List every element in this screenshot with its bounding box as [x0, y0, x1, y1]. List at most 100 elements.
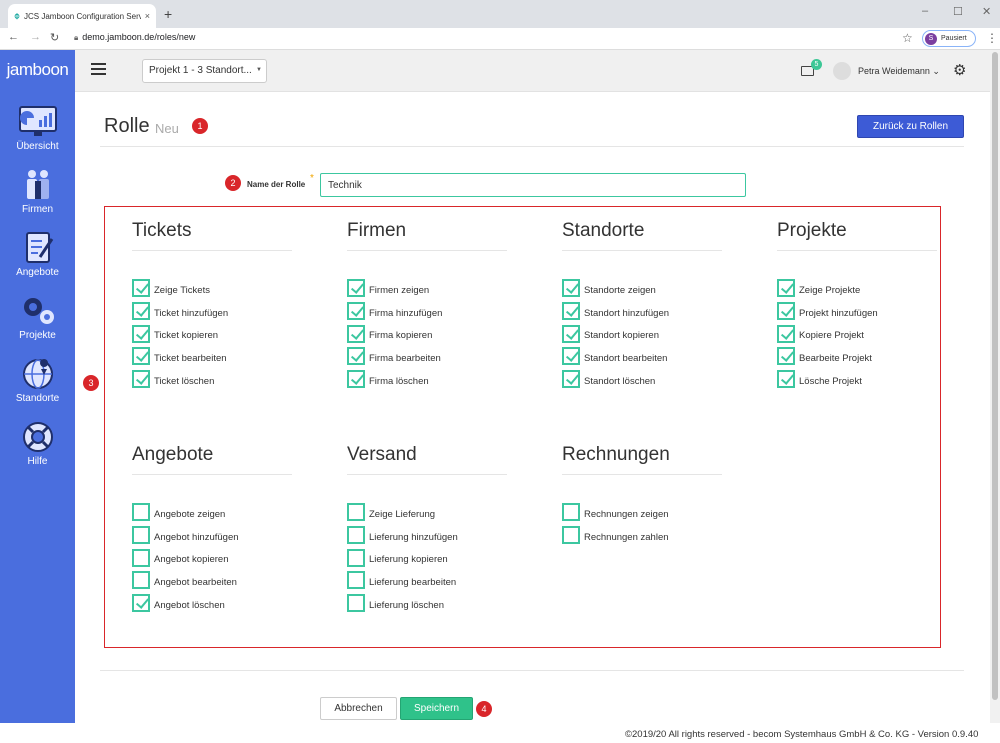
permission-row[interactable]: Standort kopieren — [562, 322, 722, 345]
checkbox-unchecked[interactable] — [347, 548, 365, 567]
permission-row[interactable]: Rechnungen zeigen — [562, 501, 722, 524]
permission-row[interactable]: Lieferung kopieren — [347, 546, 507, 569]
permission-row[interactable]: Ticket bearbeiten — [132, 345, 292, 368]
maximize-icon[interactable]: ☐ — [953, 5, 963, 18]
permission-row[interactable]: Firma löschen — [347, 368, 507, 391]
permission-row[interactable]: Projekt hinzufügen — [777, 300, 937, 323]
checkbox-unchecked[interactable] — [132, 503, 150, 522]
lock-icon: 🔒︎ — [74, 33, 79, 42]
gear-icon[interactable]: ⚙ — [953, 61, 966, 79]
checkbox-unchecked[interactable] — [562, 503, 580, 522]
checkbox-unchecked[interactable] — [132, 571, 150, 590]
permission-group-rechnungen: Rechnungen Rechnungen zeigen Rechnungen za… — [562, 444, 722, 546]
role-name-input[interactable] — [320, 173, 746, 197]
sidebar-item-projekte[interactable]: Projekte — [0, 294, 75, 341]
permission-label: Angebot kopieren — [154, 554, 229, 566]
browser-tab[interactable]: ⌽ JCS Jamboon Configuration Serv × — [8, 4, 156, 28]
back-to-roles-button[interactable]: Zurück zu Rollen — [857, 115, 964, 138]
tab-close-icon[interactable]: × — [145, 11, 150, 21]
back-arrow-icon[interactable]: ← — [8, 31, 19, 43]
permission-row[interactable]: Standort hinzufügen — [562, 300, 722, 323]
forward-arrow-icon[interactable]: → — [30, 31, 41, 43]
checkbox-checked[interactable] — [777, 302, 795, 321]
checkbox-checked[interactable] — [132, 347, 150, 366]
checkbox-checked[interactable] — [562, 302, 580, 321]
permission-label: Standort löschen — [584, 375, 656, 387]
save-button[interactable]: Speichern — [400, 697, 473, 720]
permission-row[interactable]: Firma kopieren — [347, 322, 507, 345]
browser-menu-icon[interactable]: ⋮ — [986, 31, 998, 45]
checkbox-checked[interactable] — [132, 279, 150, 298]
checkbox-unchecked[interactable] — [347, 571, 365, 590]
checkbox-checked[interactable] — [562, 279, 580, 298]
permission-row[interactable]: Lösche Projekt — [777, 368, 937, 391]
permission-row[interactable]: Rechnungen zahlen — [562, 524, 722, 547]
permission-row[interactable]: Bearbeite Projekt — [777, 345, 937, 368]
minimize-icon[interactable]: – — [922, 5, 928, 17]
permission-row[interactable]: Ticket kopieren — [132, 322, 292, 345]
permission-row[interactable]: Kopiere Projekt — [777, 322, 937, 345]
permission-row[interactable]: Angebot bearbeiten — [132, 569, 292, 592]
bookmark-star-icon[interactable]: ☆ — [902, 31, 913, 45]
sidebar-item-angebote[interactable]: Angebote — [0, 231, 75, 278]
checkbox-checked[interactable] — [777, 347, 795, 366]
checkbox-checked[interactable] — [132, 302, 150, 321]
sidebar-item-firmen[interactable]: Firmen — [0, 168, 75, 215]
checkbox-unchecked[interactable] — [347, 526, 365, 545]
checkbox-checked[interactable] — [132, 594, 150, 613]
user-name: Petra Weidemann — [858, 66, 930, 76]
permission-row[interactable]: Ticket hinzufügen — [132, 300, 292, 323]
scrollbar-thumb[interactable] — [992, 52, 998, 700]
checkbox-checked[interactable] — [347, 302, 365, 321]
checkbox-unchecked[interactable] — [562, 526, 580, 545]
reload-icon[interactable]: ↻ — [50, 31, 59, 44]
permission-row[interactable]: Standorte zeigen — [562, 277, 722, 300]
checkbox-checked[interactable] — [347, 347, 365, 366]
permission-row[interactable]: Angebot hinzufügen — [132, 524, 292, 547]
user-menu[interactable]: Petra Weidemann ⌄ — [858, 66, 940, 77]
project-select[interactable]: Projekt 1 - 3 Standort... ▼ — [142, 59, 267, 83]
checkbox-unchecked[interactable] — [132, 526, 150, 545]
address-bar[interactable]: 🔒︎ demo.jamboon.de/roles/new — [74, 32, 195, 43]
permission-row[interactable]: Zeige Tickets — [132, 277, 292, 300]
checkbox-unchecked[interactable] — [132, 548, 150, 567]
checkbox-checked[interactable] — [347, 324, 365, 343]
permission-row[interactable]: Angebot kopieren — [132, 546, 292, 569]
permission-row[interactable]: Firmen zeigen — [347, 277, 507, 300]
close-window-icon[interactable]: ✕ — [982, 5, 991, 18]
checkbox-checked[interactable] — [132, 324, 150, 343]
permission-row[interactable]: Zeige Projekte — [777, 277, 937, 300]
permission-row[interactable]: Ticket löschen — [132, 368, 292, 391]
permission-row[interactable]: Lieferung bearbeiten — [347, 569, 507, 592]
checkbox-checked[interactable] — [562, 370, 580, 389]
profile-chip[interactable]: S Pausiert — [922, 30, 976, 47]
sidebar-item-standorte[interactable]: Standorte — [0, 357, 75, 404]
permission-row[interactable]: Standort löschen — [562, 368, 722, 391]
checkbox-checked[interactable] — [562, 347, 580, 366]
new-tab-button[interactable]: + — [164, 6, 172, 22]
hamburger-menu-icon[interactable] — [91, 63, 106, 75]
checkbox-unchecked[interactable] — [347, 503, 365, 522]
permission-row[interactable]: Angebote zeigen — [132, 501, 292, 524]
permission-row[interactable]: Lieferung hinzufügen — [347, 524, 507, 547]
checkbox-checked[interactable] — [347, 279, 365, 298]
sidebar-item-uebersicht[interactable]: Übersicht — [0, 105, 75, 152]
checkbox-checked[interactable] — [562, 324, 580, 343]
permission-group-projekte: Projekte Zeige Projekte Projekt hinzufügen… — [777, 220, 937, 390]
permission-row[interactable]: Firma hinzufügen — [347, 300, 507, 323]
checkbox-checked[interactable] — [347, 370, 365, 389]
permission-row[interactable]: Lieferung löschen — [347, 592, 507, 615]
permission-row[interactable]: Zeige Lieferung — [347, 501, 507, 524]
checkbox-checked[interactable] — [777, 324, 795, 343]
permission-row[interactable]: Firma bearbeiten — [347, 345, 507, 368]
cancel-button[interactable]: Abbrechen — [320, 697, 397, 720]
sidebar-item-label: Übersicht — [16, 141, 59, 152]
checkbox-checked[interactable] — [132, 370, 150, 389]
sidebar-item-hilfe[interactable]: Hilfe — [0, 420, 75, 467]
user-avatar[interactable] — [833, 62, 851, 80]
checkbox-checked[interactable] — [777, 370, 795, 389]
permission-row[interactable]: Standort bearbeiten — [562, 345, 722, 368]
permission-row[interactable]: Angebot löschen — [132, 592, 292, 615]
checkbox-unchecked[interactable] — [347, 594, 365, 613]
checkbox-checked[interactable] — [777, 279, 795, 298]
